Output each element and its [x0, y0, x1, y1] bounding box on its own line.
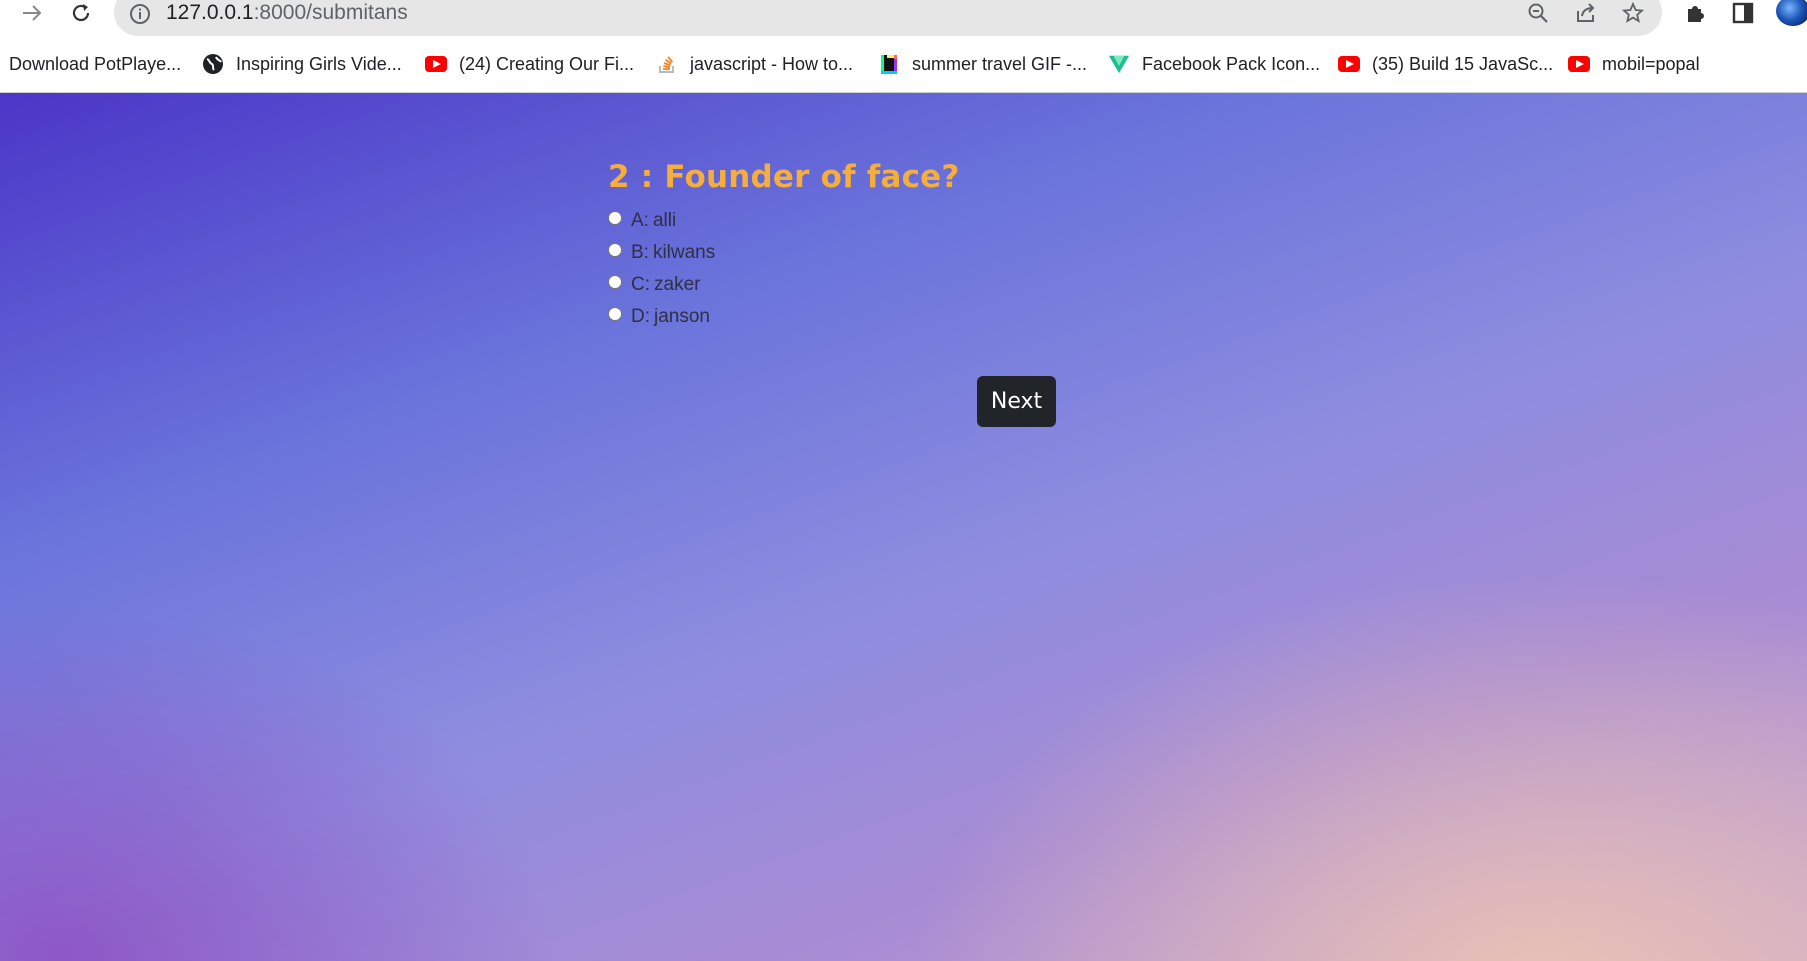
bookmark-item[interactable]: Download PotPlaye...	[9, 44, 181, 84]
option-c[interactable]: C: zaker	[608, 269, 1508, 301]
bookmark-label: (24) Creating Our Fi...	[459, 53, 635, 74]
option-d-radio[interactable]	[608, 307, 622, 321]
bookmark-item[interactable]: mobil=popal	[1568, 44, 1700, 84]
bookmark-label: (35) Build 15 JavaSc...	[1372, 53, 1554, 74]
forward-icon[interactable]	[14, 0, 50, 26]
option-d[interactable]: D: janson	[608, 301, 1508, 333]
reload-icon[interactable]	[63, 0, 99, 26]
site-info-icon[interactable]	[128, 2, 152, 26]
option-b[interactable]: B: kilwans	[608, 237, 1508, 269]
bookmark-label: summer travel GIF -...	[912, 53, 1088, 74]
stackoverflow-icon	[656, 53, 678, 75]
question-title: 2 : Founder of face?	[608, 159, 960, 195]
vuetify-icon	[1108, 53, 1130, 75]
next-button[interactable]: Next	[977, 376, 1056, 427]
browser-toolbar: 127.0.0.1:8000/submitans	[0, 0, 1807, 44]
options-list: A: alli B: kilwans C: zaker D: janson	[608, 205, 1508, 333]
profile-avatar[interactable]	[1776, 0, 1807, 26]
question-block: 2 : Founder of face? A: alli B: kilwans …	[608, 157, 1508, 333]
quiz-page: 2 : Founder of face? A: alli B: kilwans …	[0, 93, 1807, 961]
url-host: 127.0.0.1	[166, 1, 254, 24]
side-panel-icon[interactable]	[1728, 0, 1758, 26]
option-a-radio[interactable]	[608, 211, 622, 225]
option-c-radio[interactable]	[608, 275, 622, 289]
extensions-icon[interactable]	[1680, 0, 1710, 26]
option-letter: A:	[631, 210, 649, 231]
url-path: :8000/submitans	[253, 1, 408, 24]
youtube-icon	[1568, 53, 1590, 75]
globe-icon	[202, 53, 224, 75]
bookmark-item[interactable]: (24) Creating Our Fi...	[425, 44, 634, 84]
bookmark-label: Facebook Pack Icon...	[1142, 53, 1321, 74]
bookmark-item[interactable]: summer travel GIF -...	[878, 44, 1087, 84]
bookmark-item[interactable]: (35) Build 15 JavaSc...	[1338, 44, 1553, 84]
option-a[interactable]: A: alli	[608, 205, 1508, 237]
bookmark-label: Inspiring Girls Vide...	[236, 53, 402, 74]
share-icon[interactable]	[1572, 0, 1600, 26]
youtube-icon	[1338, 53, 1360, 75]
zoom-icon[interactable]	[1524, 0, 1552, 26]
bookmark-star-icon[interactable]	[1619, 0, 1647, 26]
option-b-radio[interactable]	[608, 243, 622, 257]
url-text[interactable]: 127.0.0.1:8000/submitans	[166, 0, 408, 26]
option-letter: D:	[631, 306, 650, 327]
youtube-icon	[425, 53, 447, 75]
option-letter: C:	[631, 274, 650, 295]
option-letter: B:	[631, 242, 649, 263]
giphy-icon	[878, 53, 900, 75]
bookmark-item[interactable]: Facebook Pack Icon...	[1108, 44, 1320, 84]
address-bar[interactable]: 127.0.0.1:8000/submitans	[114, 0, 1662, 36]
bookmarks-bar: Download PotPlaye... Inspiring Girls Vid…	[0, 44, 1807, 93]
bookmark-label: Download PotPlaye...	[9, 53, 182, 74]
option-text: alli	[652, 210, 677, 231]
bookmark-label: javascript - How to...	[690, 53, 854, 74]
option-text: zaker	[654, 274, 701, 295]
bookmark-label: mobil=popal	[1602, 53, 1700, 74]
option-text: kilwans	[652, 242, 716, 263]
bookmark-item[interactable]: Inspiring Girls Vide...	[202, 44, 402, 84]
option-text: janson	[654, 306, 710, 327]
bookmark-item[interactable]: javascript - How to...	[656, 44, 853, 84]
